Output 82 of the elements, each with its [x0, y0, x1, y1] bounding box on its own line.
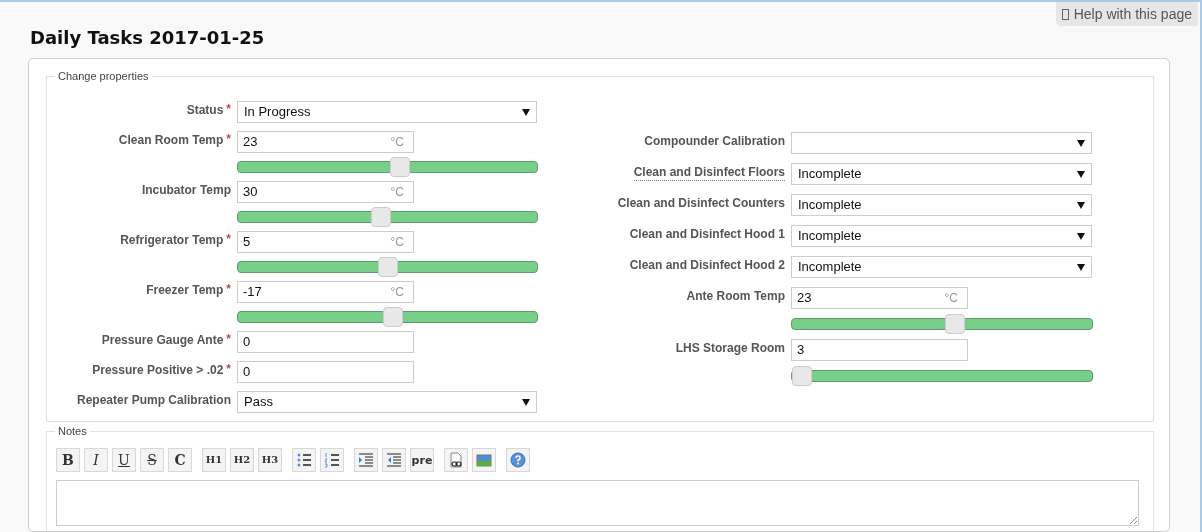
field-label: Clean and Disinfect Hood 1	[629, 226, 785, 242]
slider-thumb[interactable]	[383, 307, 404, 327]
field-label: Clean Room Temp	[118, 132, 224, 148]
numbered-list-icon	[324, 452, 340, 468]
number-input[interactable]: 0	[237, 361, 414, 383]
format-button[interactable]: H3	[258, 448, 282, 472]
link-button[interactable]	[444, 448, 468, 472]
slider-thumb[interactable]	[944, 314, 965, 334]
indent-icon	[358, 452, 374, 468]
unit-label: °C	[390, 234, 405, 251]
caret-icon	[1077, 201, 1085, 209]
slider-thumb[interactable]	[370, 207, 391, 227]
slider-thumb[interactable]	[390, 157, 411, 177]
number-input[interactable]: 23 °C	[237, 131, 414, 153]
select-dropdown[interactable]: Incomplete	[791, 256, 1092, 278]
field-label: Clean and Disinfect Floors	[633, 164, 785, 181]
field-label: Clean and Disinfect Counters	[617, 195, 785, 211]
field-label: LHS Storage Room	[675, 340, 785, 356]
field-label: Clean and Disinfect Hood 2	[629, 257, 785, 273]
number-input[interactable]: 5 °C	[237, 231, 414, 253]
number-input[interactable]: 23 °C	[791, 287, 968, 309]
unit-label: °C	[390, 134, 405, 151]
notes-textarea[interactable]	[56, 480, 1139, 526]
help-button[interactable]	[506, 448, 530, 472]
unit-label: °C	[390, 184, 405, 201]
image-icon	[476, 452, 492, 468]
select-dropdown[interactable]: Pass	[237, 391, 537, 413]
field-label: Pressure Gauge Ante	[101, 332, 224, 348]
field-label: Repeater Pump Calibration	[76, 392, 231, 408]
caret-icon	[522, 398, 530, 406]
required-asterisk: *	[226, 332, 231, 346]
help-button[interactable]: Help with this page	[1055, 2, 1198, 26]
unit-label: °C	[944, 290, 959, 307]
field-label: Ante Room Temp	[686, 288, 785, 304]
select-dropdown[interactable]: Incomplete	[791, 163, 1092, 185]
field-label: Status	[186, 102, 224, 118]
required-asterisk: *	[226, 282, 231, 296]
format-button[interactable]: C	[168, 448, 192, 472]
number-input[interactable]: 30 °C	[237, 181, 414, 203]
fieldset-legend: Notes	[55, 424, 90, 438]
slider-thumb[interactable]	[792, 366, 812, 386]
outdent-icon	[386, 452, 402, 468]
select-dropdown[interactable]: Incomplete	[791, 225, 1092, 247]
required-asterisk: *	[226, 362, 231, 376]
format-button[interactable]: S	[140, 448, 164, 472]
field-label: Compounder Calibration	[644, 133, 785, 149]
slider-thumb[interactable]	[377, 257, 398, 277]
number-input[interactable]: 0	[237, 331, 414, 353]
select-dropdown[interactable]: Incomplete	[791, 194, 1092, 216]
number-input[interactable]: -17 °C	[237, 281, 414, 303]
outdent-button[interactable]	[382, 448, 406, 472]
bullet-list-icon	[296, 452, 312, 468]
required-asterisk: *	[226, 132, 231, 146]
field-label: Freezer Temp	[146, 282, 224, 298]
format-button[interactable]: pre	[410, 448, 434, 472]
number-input[interactable]: 3	[791, 339, 968, 361]
required-asterisk: *	[226, 232, 231, 246]
caret-icon	[1077, 232, 1085, 240]
field-label: Pressure Positive > .02	[92, 362, 224, 378]
caret-icon	[1077, 263, 1085, 271]
numbered-list-button[interactable]	[320, 448, 344, 472]
select-dropdown[interactable]: In Progress	[237, 101, 537, 123]
indent-button[interactable]	[354, 448, 378, 472]
image-button[interactable]	[472, 448, 496, 472]
resize-grip-icon[interactable]	[1129, 516, 1137, 524]
page-title: Daily Tasks 2017-01-25	[30, 26, 265, 50]
field-label: Incubator Temp	[141, 182, 231, 198]
format-button[interactable]: B	[56, 448, 80, 472]
caret-icon	[1077, 139, 1085, 147]
fieldset-legend: Change properties	[55, 69, 152, 83]
bullet-list-button[interactable]	[292, 448, 316, 472]
required-asterisk: *	[226, 102, 231, 116]
format-button[interactable]: I	[84, 448, 108, 472]
format-button[interactable]: H2	[230, 448, 254, 472]
field-label: Refrigerator Temp	[120, 232, 224, 248]
format-button[interactable]: U	[112, 448, 136, 472]
caret-icon	[1077, 170, 1085, 178]
select-dropdown[interactable]	[791, 132, 1092, 154]
format-button[interactable]: H1	[202, 448, 226, 472]
link-icon	[448, 452, 464, 468]
caret-icon	[522, 108, 530, 116]
unit-label: °C	[390, 284, 405, 301]
